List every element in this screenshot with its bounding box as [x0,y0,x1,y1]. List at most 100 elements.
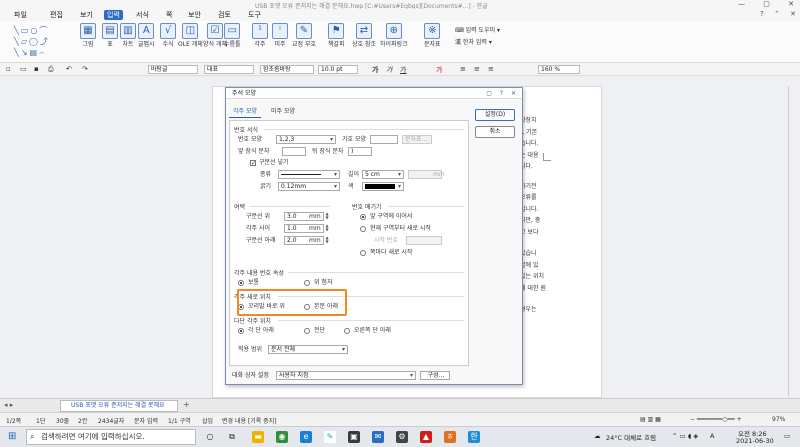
divider-width-select[interactable]: 0.12mm [278,182,340,191]
chrome-icon[interactable]: ◉ [276,431,288,443]
new-doc-icon[interactable]: ▫ [6,65,11,73]
tab-footnote-style[interactable]: 각주 모양 [229,107,261,118]
mail-icon[interactable]: ✉ [372,431,384,443]
multi-span-radio[interactable] [304,328,310,334]
menu-tools[interactable]: 도구 [248,10,261,20]
divider-color-select[interactable] [362,182,404,191]
paint-icon[interactable]: ✎ [324,431,336,443]
ribbon-endnote-button[interactable]: ⁱ 미주 [272,23,288,48]
open-icon[interactable]: ▭ [20,65,27,73]
suffix-input[interactable]: ) [348,147,372,156]
view-mode-icons[interactable]: ▤ ▥ ▦ [640,416,661,423]
divider-checkbox[interactable]: ✓ [250,160,256,167]
ribbon-picture-button[interactable]: ▦ 그림 [80,23,96,48]
tab-endnote-style[interactable]: 미주 모양 [267,107,299,117]
hancom-icon[interactable]: 한 [468,431,480,443]
multi-right-column-radio[interactable] [344,328,350,334]
bold-icon[interactable]: 가 [372,65,378,75]
dialog-help-icon[interactable]: ? [500,90,503,97]
style-select[interactable]: 바탕글 [148,65,198,74]
italic-icon[interactable]: 가 [386,65,392,75]
ok-button[interactable]: 설정(D) [475,109,515,121]
menu-format[interactable]: 서식 [136,10,149,20]
attr-superscript-radio[interactable] [304,280,310,286]
align-left-icon[interactable]: ≡ [460,65,466,73]
app-icon[interactable]: ▲ [420,431,432,443]
save-icon[interactable]: ▪ [34,65,39,73]
ribbon-proof-button[interactable]: ✎ 교정 부호 [292,23,316,48]
between-spinner[interactable]: ▲ ▼ [324,224,330,233]
zoom-slider[interactable]: − ━━━━━━━○━━ + [690,416,742,423]
underline-icon[interactable]: 가 [400,65,406,75]
menu-security[interactable]: 보안 [188,10,201,20]
print-icon[interactable]: ⎙ [48,65,54,74]
ribbon-chart-button[interactable]: ▥ 차트 [120,23,136,48]
divider-length-select[interactable]: 5 cm [362,170,404,179]
hanja-input-button[interactable]: 漢 한자 입력 ▾ [455,37,500,49]
ime-indicator[interactable]: A [710,432,714,440]
scope-select[interactable]: 문서 전체 [268,345,348,354]
menu-file[interactable]: 파일 [14,10,27,20]
dialog-settings-select[interactable]: 사용자 지정 [276,371,416,380]
store-icon[interactable]: ▣ [348,431,360,443]
doc-close-icon[interactable]: ✕ [790,10,796,18]
divider-kind-select[interactable] [278,170,340,179]
tray-icons[interactable]: ⌃ ▭ ◖ ◈ [672,432,698,440]
dialog-settings-button[interactable]: 구성... [420,371,450,380]
menu-page[interactable]: 쪽 [166,10,172,20]
windows-start-icon[interactable]: ⊞ [8,431,16,442]
font-size-input[interactable]: 10.0 pt [318,65,358,74]
multi-each-column-radio[interactable] [238,328,244,334]
menu-edit[interactable]: 편집 [50,10,63,20]
ribbon-table-button[interactable]: ▤ 표 [102,23,118,48]
input-helper-button[interactable]: ⌨ 입력 도우미 ▾ [455,25,500,37]
ribbon-equation-button[interactable]: √ 수식 [160,23,176,48]
status-track-changes[interactable]: 변경 내용 [기록 중지] [222,416,277,425]
dialog-restore-icon[interactable]: ▢ [486,90,492,97]
below-spinner[interactable]: ▲ ▼ [324,236,330,245]
maximize-icon[interactable]: ▢ [763,0,770,8]
clock-date[interactable]: 2021-06-30 [736,437,774,445]
add-tab-button[interactable]: + [183,400,190,409]
ribbon-textart-button[interactable]: A 글맵시 [138,23,155,48]
weather-text[interactable]: 24°C 대체로 흐림 [606,432,656,442]
vertical-scrollbar[interactable] [788,86,796,396]
task-view-icon[interactable]: ⧉ [226,431,238,443]
font-color-icon[interactable]: 가 [436,65,442,75]
notification-icon[interactable]: ▭ [784,432,790,440]
font-select[interactable]: 함초롬바탕 [260,65,314,74]
dialog-close-icon[interactable]: ✕ [511,90,516,97]
numbering-per-page-radio[interactable] [360,250,366,256]
char-map-button[interactable]: 문자표... [402,135,432,144]
menu-insert[interactable]: 입력 [104,10,123,20]
zoom-select[interactable]: 160 % [538,65,580,74]
document-tab[interactable]: USB 포맷 오류 준저지는 해결 못해요 [60,400,178,412]
close-icon[interactable]: ✕ [788,0,794,8]
minimize-icon[interactable]: — [738,0,745,8]
status-insert[interactable]: 삽입 [202,416,213,425]
ribbon-hyperlink-button[interactable]: ⊕ 하이퍼링크 [380,23,408,48]
redo-icon[interactable]: ↷ [82,65,88,73]
ribbon-symbol-button[interactable]: ※ 문자표 [424,23,441,48]
cortana-icon[interactable]: ○ [204,431,216,443]
prefix-input[interactable] [282,147,306,156]
cancel-button[interactable]: 취소 [475,126,515,138]
attr-normal-radio[interactable] [238,280,244,286]
edge-icon[interactable]: e [300,431,312,443]
file-explorer-icon[interactable]: ▬ [252,431,264,443]
tab-nav-icon[interactable]: ◂ ▸ [4,401,13,409]
align-center-icon[interactable]: ≡ [474,65,480,73]
ribbon-crossref-button[interactable]: ⇄ 상호 참조 [352,23,376,48]
shape-gallery[interactable]: ╲▭○⌒ ╲▱◯⤴ ╲↘▤⌢ [14,25,74,59]
lang-select[interactable]: 대표 [204,65,254,74]
ribbon-bookmark-button[interactable]: ⚑ 책갈피 [328,23,345,48]
ribbon-footnote-button[interactable]: ¹ 각주 [252,23,268,48]
start-number-input[interactable] [406,236,442,245]
number-format-select[interactable]: 1,2,3 [276,135,336,144]
weather-icon[interactable]: ☁ [594,432,601,440]
settings-icon[interactable]: ⚙ [396,431,408,443]
help-icon[interactable]: ? [760,10,764,18]
numbering-restart-radio[interactable] [360,226,366,232]
above-spinner[interactable]: ▲ ▼ [324,212,330,221]
numbering-continue-radio[interactable] [360,214,366,220]
